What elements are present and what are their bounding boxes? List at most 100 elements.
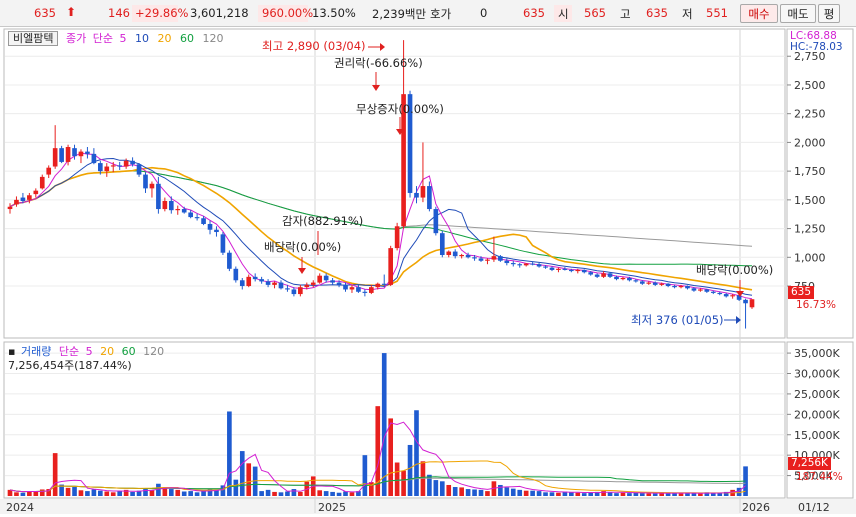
volume-bar xyxy=(117,491,123,496)
candle-body xyxy=(65,147,71,162)
volume-bar xyxy=(188,491,193,496)
candle-body xyxy=(85,151,90,154)
candle-body xyxy=(672,286,677,288)
candle-body xyxy=(504,260,510,264)
volume-bar xyxy=(523,490,529,496)
volume-bar xyxy=(510,488,516,496)
volume-bar xyxy=(433,480,439,496)
bid-price: 635 xyxy=(523,6,545,20)
hc-value: HC:-78.03 xyxy=(790,41,843,53)
candle-body xyxy=(459,255,464,257)
volume-bar xyxy=(581,493,587,496)
volume-bar xyxy=(394,462,400,496)
volume-bar xyxy=(646,493,652,496)
candle-body xyxy=(285,288,290,290)
candle-body xyxy=(498,256,503,261)
candle-body xyxy=(375,283,381,288)
volume-bar xyxy=(401,470,406,496)
volume-bar xyxy=(575,492,581,496)
up-arrow-icon: ⬆ xyxy=(66,5,77,19)
candle-body xyxy=(278,282,284,289)
volume-bar xyxy=(536,491,542,496)
candle-body xyxy=(356,287,361,292)
current-volume-pct: 187.44% xyxy=(796,471,843,483)
volume-bar xyxy=(381,353,387,496)
price-tick-label: 2,000 xyxy=(794,136,826,149)
stock-chart[interactable]: 2,7502,5002,2502,0001,7501,5001,2501,000… xyxy=(0,27,856,514)
buy-button[interactable]: 매수 xyxy=(740,4,778,23)
low-label: 저 xyxy=(682,7,693,21)
candle-body xyxy=(368,287,374,293)
open-price: 565 xyxy=(584,6,606,20)
vlegend-ma120: 120 xyxy=(143,345,165,358)
candle-body xyxy=(130,160,135,165)
candle-body xyxy=(420,186,426,198)
volume-bar xyxy=(272,491,277,496)
candle-body xyxy=(207,223,213,230)
volume-bar xyxy=(343,491,348,496)
volume-bar xyxy=(227,411,232,496)
volume-bar xyxy=(465,489,471,496)
candle-body xyxy=(201,218,206,224)
candle-body xyxy=(743,299,748,304)
volume-bar xyxy=(130,491,135,496)
volume-bar xyxy=(698,493,703,496)
volume-bar xyxy=(504,487,510,496)
volume-bar xyxy=(439,481,445,496)
candle-body xyxy=(117,165,123,167)
candle-body xyxy=(652,282,658,285)
volume-bar xyxy=(330,491,335,496)
volume-ratio: 960.00% xyxy=(262,6,314,20)
candle-body xyxy=(123,160,129,167)
stock-name[interactable]: 비엘팜텍 xyxy=(8,31,59,46)
chart-area[interactable]: 2,750 2,500 2,250 2,000 1,750 1,500 1,250 1,000… xyxy=(0,27,856,514)
candle-body xyxy=(543,266,548,268)
candle-body xyxy=(704,289,710,292)
volume-bar xyxy=(317,490,323,496)
candle-body xyxy=(272,282,277,285)
candle-body xyxy=(730,295,735,297)
volume-bar xyxy=(607,492,613,496)
candle-body xyxy=(265,281,271,285)
volume-bar xyxy=(678,493,684,496)
candle-body xyxy=(259,279,264,282)
candle-body xyxy=(291,289,297,295)
quote-value: 0 xyxy=(480,6,488,20)
candle-body xyxy=(665,283,671,287)
price-tick-label: 1,500 xyxy=(794,194,826,207)
volume-tick-label: 15,000K xyxy=(794,429,840,442)
volume-bar xyxy=(349,492,355,496)
candle-body xyxy=(323,275,329,281)
volume-bar xyxy=(259,491,264,496)
volume-bar xyxy=(33,491,39,496)
low-price: 551 xyxy=(706,6,728,20)
candle-body xyxy=(362,291,368,293)
eval-button[interactable]: 평 xyxy=(818,4,840,23)
candle-body xyxy=(562,268,568,270)
candle-body xyxy=(517,264,523,266)
volume-bar xyxy=(556,492,561,496)
volume-bar xyxy=(246,463,252,496)
candle-body xyxy=(433,209,439,234)
volume-bar xyxy=(168,489,174,496)
trade-volume: 3,601,218 xyxy=(190,6,249,20)
volume-bar xyxy=(285,491,290,496)
turnover-rate: 13.50% xyxy=(312,6,356,20)
volume-bar xyxy=(104,491,110,496)
candle-body xyxy=(523,263,529,266)
volume-bar xyxy=(194,492,200,496)
candle-body xyxy=(439,233,445,256)
volume-bar xyxy=(414,410,419,496)
sell-button[interactable]: 매도 xyxy=(780,4,816,23)
volume-bar xyxy=(72,487,77,496)
volume-bar xyxy=(569,492,574,496)
current-price: 635 xyxy=(34,6,56,20)
volume-bar xyxy=(14,492,19,496)
trade-amount: 2,239백만 xyxy=(372,7,427,21)
volume-bar xyxy=(220,485,226,496)
candle-body xyxy=(685,286,690,289)
volume-value-text: 7,256,454주(187.44%) xyxy=(8,359,132,372)
candle-body xyxy=(691,288,697,291)
volume-bar xyxy=(407,444,413,496)
volume-bar xyxy=(233,479,239,496)
